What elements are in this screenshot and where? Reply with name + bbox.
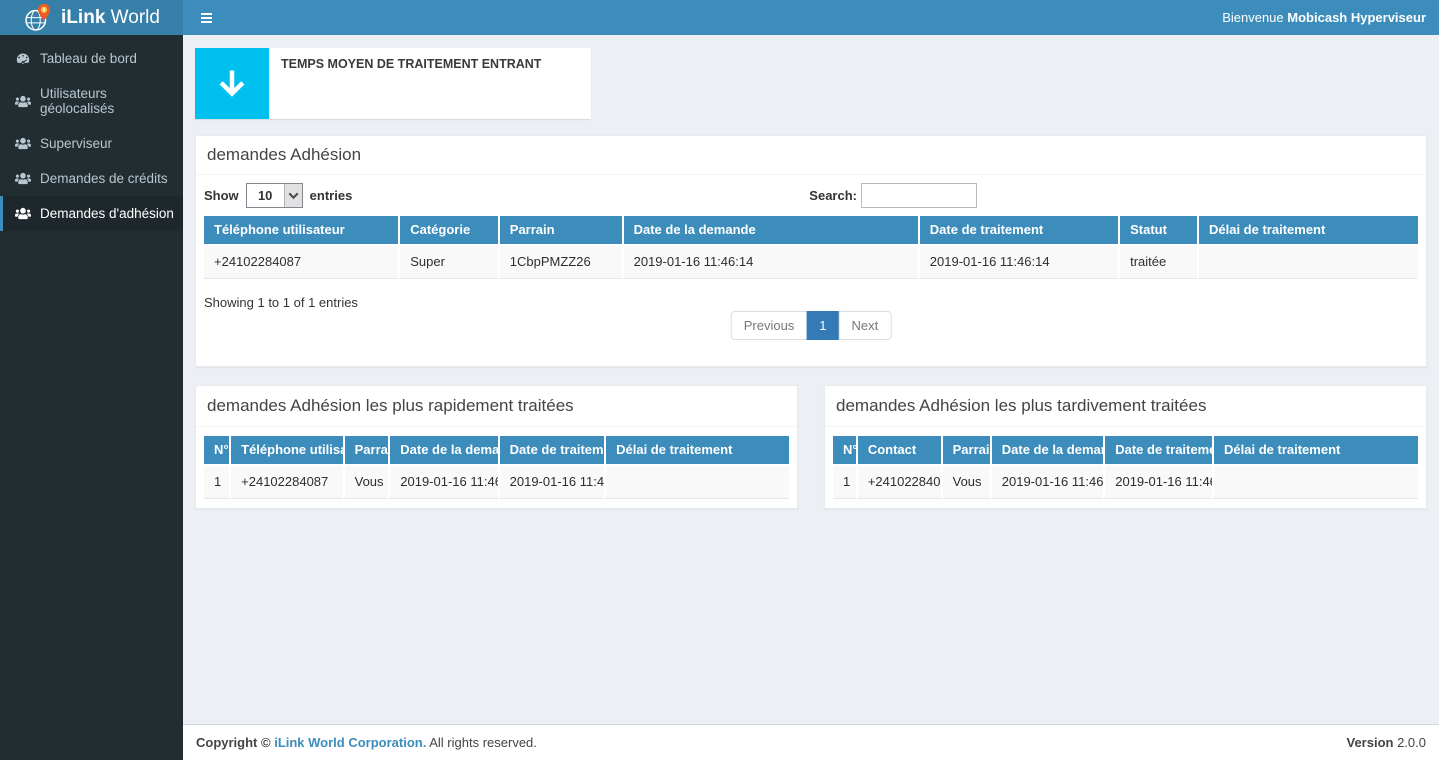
table-cell: Super: [398, 246, 498, 279]
welcome-message: Bienvenue Mobicash Hyperviseur: [1222, 10, 1426, 25]
sidebar-item-label: Demandes de crédits: [40, 171, 168, 186]
info-box-temps-moyen: TEMPS MOYEN DE TRAITEMENT ENTRANT: [195, 48, 591, 119]
column-header-d-lai-de-traitement: Délai de traitement: [1212, 436, 1418, 466]
search-input[interactable]: [861, 183, 977, 208]
arrow-down-icon: [195, 48, 269, 119]
dashboard-icon: [15, 51, 31, 66]
chevron-down-icon: [284, 184, 302, 207]
table-cell: 1: [833, 466, 856, 499]
users-icon: [15, 136, 31, 151]
sidebar: Tableau de bord Utilisateurs géolocalisé…: [0, 35, 183, 760]
column-header-parrain: Parrain: [343, 436, 389, 466]
show-entries-select[interactable]: 10: [246, 183, 303, 208]
table-cell: 1: [204, 466, 229, 499]
column-header-t-l-phone-utilisateur: Téléphone utilisateur: [229, 436, 342, 466]
column-header-date-de-la-demande[interactable]: Date de la demande: [622, 216, 918, 246]
rapidement-traitees-table: N°Téléphone utilisateurParrainDate de la…: [204, 436, 789, 499]
column-header-contact: Contact: [856, 436, 941, 466]
entries-label: entries: [310, 188, 353, 203]
top-header-bar: $ iLink World Bienvenue Mobicash Hypervi…: [0, 0, 1439, 35]
table-cell: 2019-01-16 11:46:14: [622, 246, 918, 279]
main-content: TEMPS MOYEN DE TRAITEMENT ENTRANT demand…: [183, 35, 1439, 724]
company-link[interactable]: iLink World Corporation.: [274, 735, 426, 750]
info-box-title: TEMPS MOYEN DE TRAITEMENT ENTRANT: [281, 57, 579, 71]
tardivement-traitees-table: N°ContactParrainDate de la demandeDate d…: [833, 436, 1418, 499]
table-cell: Vous: [343, 466, 389, 499]
column-header-date-de-la-demande: Date de la demande: [990, 436, 1103, 466]
app-title: iLink World: [61, 7, 160, 29]
column-header-date-de-traitement: Date de traitement: [498, 436, 604, 466]
users-icon: [15, 171, 31, 186]
table-cell: +24102284087: [229, 466, 342, 499]
show-entries-value: 10: [247, 184, 284, 207]
column-header-n: N°: [833, 436, 856, 466]
table-cell: 2019-01-16 11:46:14: [498, 466, 604, 499]
users-icon: [15, 206, 31, 221]
page-1-button[interactable]: 1: [806, 311, 839, 340]
table-cell: [1212, 466, 1418, 499]
sidebar-item-tableau-de-bord[interactable]: Tableau de bord: [0, 41, 183, 76]
copyright-text: Copyright © iLink World Corporation. All…: [196, 735, 537, 750]
brand-logo[interactable]: $ iLink World: [0, 0, 183, 35]
column-header-date-de-la-demande: Date de la demande: [388, 436, 497, 466]
sidebar-item-label: Tableau de bord: [40, 51, 137, 66]
search-control: Search:: [809, 183, 977, 208]
column-header-d-lai-de-traitement[interactable]: Délai de traitement: [1197, 216, 1418, 246]
datatable-footer: Showing 1 to 1 of 1 entries Previous 1 N…: [196, 279, 1426, 366]
column-header-d-lai-de-traitement: Délai de traitement: [604, 436, 789, 466]
sidebar-item-superviseur[interactable]: Superviseur: [0, 126, 183, 161]
column-header-parrain[interactable]: Parrain: [498, 216, 622, 246]
panel-title: demandes Adhésion les plus rapidement tr…: [196, 386, 797, 427]
next-page-button[interactable]: Next: [839, 311, 892, 340]
table-row: +24102284087Super1CbpPMZZ262019-01-16 11…: [204, 246, 1418, 279]
entries-summary: Showing 1 to 1 of 1 entries: [204, 295, 358, 310]
sidebar-item-utilisateurs-geolocalises[interactable]: Utilisateurs géolocalisés: [0, 76, 183, 126]
column-header-statut[interactable]: Statut: [1118, 216, 1197, 246]
column-header-cat-gorie[interactable]: Catégorie: [398, 216, 498, 246]
hamburger-icon[interactable]: [196, 7, 217, 29]
panel-title: demandes Adhésion les plus tardivement t…: [825, 386, 1426, 427]
search-label: Search:: [809, 188, 857, 203]
column-header-date-de-traitement: Date de traitement: [1103, 436, 1212, 466]
column-header-t-l-phone-utilisateur[interactable]: Téléphone utilisateur: [204, 216, 398, 246]
table-cell: 2019-01-16 11:46:14: [990, 466, 1103, 499]
table-cell: traitée: [1118, 246, 1197, 279]
table-cell: +24102284087: [204, 246, 398, 279]
footer: Copyright © iLink World Corporation. All…: [183, 724, 1439, 760]
sidebar-item-label: Demandes d'adhésion: [40, 206, 174, 221]
panel-rapidement-traitees: demandes Adhésion les plus rapidement tr…: [195, 385, 798, 509]
navbar: Bienvenue Mobicash Hyperviseur: [183, 0, 1439, 35]
sidebar-item-demandes-de-credits[interactable]: Demandes de crédits: [0, 161, 183, 196]
app-window: $ iLink World Bienvenue Mobicash Hypervi…: [0, 0, 1439, 760]
users-icon: [15, 94, 31, 109]
previous-page-button[interactable]: Previous: [731, 311, 808, 340]
table-cell: [604, 466, 789, 499]
demandes-adhesion-table: Téléphone utilisateurCatégorieParrainDat…: [204, 216, 1418, 279]
table-cell: 2019-01-16 11:46:14: [1103, 466, 1212, 499]
column-header-date-de-traitement[interactable]: Date de traitement: [918, 216, 1118, 246]
datatable-controls: Show 10 entries Search:: [196, 175, 1426, 216]
sidebar-item-label: Utilisateurs géolocalisés: [40, 86, 178, 116]
panel-tardivement-traitees: demandes Adhésion les plus tardivement t…: [824, 385, 1427, 509]
column-header-n: N°: [204, 436, 229, 466]
table-cell: Vous: [941, 466, 990, 499]
show-label: Show: [204, 188, 239, 203]
table-cell: 2019-01-16 11:46:14: [388, 466, 497, 499]
panel-demandes-adhesion: demandes Adhésion Show 10 entries Search…: [195, 135, 1427, 367]
table-cell: [1197, 246, 1418, 279]
sidebar-item-demandes-adhesion[interactable]: Demandes d'adhésion: [0, 196, 183, 231]
panel-title: demandes Adhésion: [196, 136, 1426, 175]
sidebar-item-label: Superviseur: [40, 136, 112, 151]
column-header-parrain: Parrain: [941, 436, 990, 466]
table-cell: 1CbpPMZZ26: [498, 246, 622, 279]
globe-pin-logo-icon: $: [23, 3, 53, 33]
table-cell: 2019-01-16 11:46:14: [918, 246, 1118, 279]
table-row: 1+24102284087Vous2019-01-16 11:46:142019…: [833, 466, 1418, 499]
table-row: 1+24102284087Vous2019-01-16 11:46:142019…: [204, 466, 789, 499]
table-cell: +24102284087: [856, 466, 941, 499]
version-text: Version 2.0.0: [1346, 735, 1426, 750]
svg-text:$: $: [43, 7, 46, 13]
pagination: Previous 1 Next: [731, 311, 892, 340]
